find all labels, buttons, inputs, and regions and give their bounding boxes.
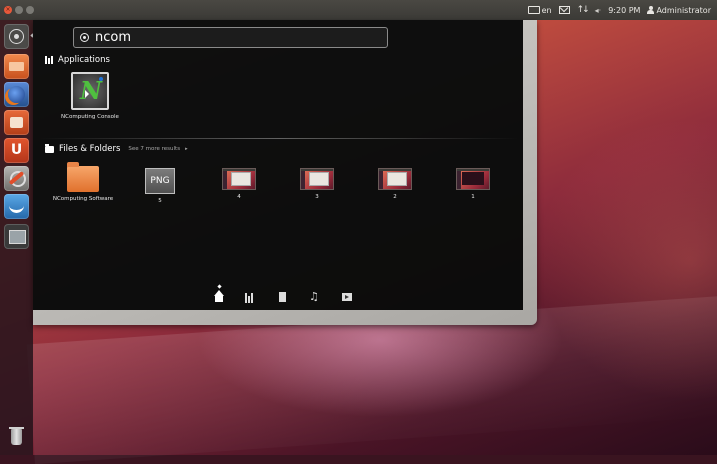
close-icon[interactable]: ×	[4, 6, 12, 14]
ncomputing-icon: N	[71, 72, 109, 110]
applications-icon	[45, 56, 53, 64]
launcher-software-center[interactable]	[4, 110, 29, 135]
launcher-system-settings[interactable]	[4, 166, 29, 191]
clock-label: 9:20 PM	[608, 5, 641, 15]
keyboard-layout-label: en	[541, 5, 552, 15]
firefox-icon	[8, 86, 25, 103]
result-label: NComputing Software	[52, 196, 114, 202]
search-input[interactable]: ncom	[95, 30, 131, 45]
maximize-icon[interactable]	[26, 6, 34, 14]
search-icon	[80, 33, 89, 42]
dash-home-button[interactable]	[4, 24, 29, 49]
search-bar[interactable]: ncom	[73, 27, 388, 48]
lens-bar: ♫	[213, 284, 373, 306]
screenshot-icon	[456, 168, 490, 190]
applications-header-label: Applications	[58, 55, 110, 65]
home-lens-icon[interactable]	[213, 284, 225, 303]
mail-icon	[558, 6, 570, 14]
screenshot-icon	[222, 168, 256, 190]
user-name: Administrator	[656, 5, 711, 15]
files-folders-header-label: Files & Folders	[59, 144, 121, 154]
launcher-ncomputing[interactable]	[4, 194, 29, 219]
result-label: NComputing Console	[61, 114, 119, 120]
software-center-icon	[10, 117, 23, 128]
dash-home-icon	[9, 29, 24, 44]
top-panel: × en ↑↓ ◂· 9:20 PM Administrator	[0, 0, 717, 20]
user-indicator[interactable]: Administrator	[647, 6, 711, 15]
chevron-right-icon[interactable]: ▸	[185, 146, 188, 152]
workspace-switcher-icon	[9, 230, 26, 244]
more-results-link[interactable]: See 7 more results	[128, 146, 180, 152]
result-label: 2	[393, 194, 397, 200]
applications-header: Applications	[45, 55, 110, 65]
window-controls: ×	[4, 6, 34, 14]
launcher-ubuntu-one[interactable]: U	[4, 138, 29, 163]
minimize-icon[interactable]	[15, 6, 23, 14]
files-lens-icon[interactable]	[277, 291, 289, 303]
result-label: 1	[471, 194, 475, 200]
launcher: U	[0, 20, 35, 455]
screenshot-icon	[300, 168, 334, 190]
png-icon: PNG	[145, 168, 175, 194]
messaging-indicator[interactable]	[558, 6, 570, 14]
files-icon	[9, 62, 24, 71]
ncomputing-icon	[9, 203, 24, 213]
sound-indicator[interactable]: ◂·	[595, 6, 602, 15]
files-folders-header: Files & Folders See 7 more results ▸	[45, 143, 188, 154]
result-label: 3	[315, 194, 319, 200]
trash-icon	[9, 427, 24, 445]
result-file-3[interactable]: 3	[282, 162, 352, 201]
dash-panel: ncom Applications N NComputing Console F…	[33, 20, 523, 310]
result-ncomputing-console[interactable]: N NComputing Console	[55, 72, 125, 121]
result-ncomputing-software[interactable]: NComputing Software	[48, 162, 118, 203]
volume-icon: ◂·	[594, 5, 602, 15]
result-file-4[interactable]: 4	[204, 162, 274, 201]
network-icon: ↑↓	[576, 5, 590, 15]
screenshot-icon	[378, 168, 412, 190]
launcher-workspace-switcher[interactable]	[4, 224, 29, 249]
video-lens-icon[interactable]	[341, 291, 353, 303]
launcher-files[interactable]	[4, 54, 29, 79]
folder-icon	[67, 162, 99, 192]
clock-indicator[interactable]: 9:20 PM	[608, 6, 640, 15]
user-icon	[647, 6, 655, 14]
result-label: 5	[158, 198, 162, 204]
keyboard-indicator[interactable]: en	[527, 5, 552, 15]
network-indicator[interactable]: ↑↓	[576, 5, 590, 15]
result-file-2[interactable]: 2	[360, 162, 430, 201]
result-file-5[interactable]: PNG 5	[125, 164, 195, 205]
ubuntu-one-icon: U	[10, 142, 23, 158]
applications-lens-icon[interactable]	[245, 291, 257, 303]
launcher-firefox[interactable]	[4, 82, 29, 107]
result-file-1[interactable]: 1	[438, 162, 508, 201]
keyboard-icon	[527, 6, 540, 14]
music-lens-icon[interactable]: ♫	[309, 291, 321, 303]
folder-icon	[45, 143, 54, 153]
section-separator	[39, 138, 519, 139]
indicator-area: en ↑↓ ◂· 9:20 PM Administrator	[527, 5, 717, 15]
launcher-trash[interactable]	[4, 425, 29, 450]
result-label: 4	[237, 194, 241, 200]
